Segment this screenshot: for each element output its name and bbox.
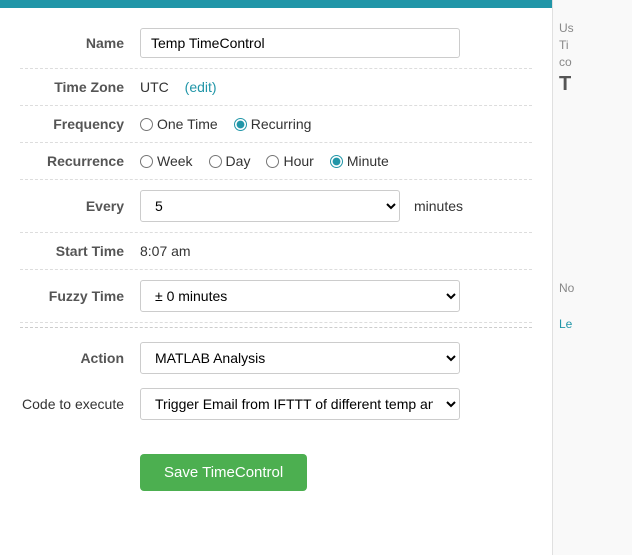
timezone-value: UTC <box>140 79 169 95</box>
fuzzy-time-row: Fuzzy Time ± 0 minutes ± 1 minutes ± 2 m… <box>20 270 532 323</box>
start-time-value: 8:07 am <box>140 243 191 259</box>
recurrence-hour-label: Hour <box>283 153 313 169</box>
action-field-content: MATLAB Analysis Python Script Shell Comm… <box>140 342 532 374</box>
main-container: Name Time Zone UTC (edit) Frequency <box>0 0 632 555</box>
code-select[interactable]: Trigger Email from IFTTT of different te… <box>140 388 460 420</box>
recurrence-row: Recurrence Week Day Hour <box>20 143 532 180</box>
recurrence-hour[interactable]: Hour <box>266 153 313 169</box>
side-no-label: No <box>559 281 574 295</box>
side-panel: UsTico T No Le <box>552 0 632 555</box>
recurrence-label: Recurrence <box>20 153 140 169</box>
side-text: UsTico <box>559 21 574 69</box>
start-time-row: Start Time 8:07 am <box>20 233 532 270</box>
name-input[interactable] <box>140 28 460 58</box>
fuzzy-time-label: Fuzzy Time <box>20 288 140 304</box>
timezone-label: Time Zone <box>20 79 140 95</box>
frequency-row: Frequency One Time Recurring <box>20 106 532 143</box>
code-row: Code to execute Trigger Email from IFTTT… <box>20 384 532 430</box>
recurrence-minute-radio[interactable] <box>330 155 343 168</box>
form-section: Name Time Zone UTC (edit) Frequency <box>0 8 552 501</box>
every-label: Every <box>20 198 140 214</box>
side-T-label: T <box>559 73 571 95</box>
recurrence-week-label: Week <box>157 153 193 169</box>
side-panel-content: UsTico T No Le <box>559 20 626 331</box>
save-button[interactable]: Save TimeControl <box>140 454 307 491</box>
recurrence-minute-label: Minute <box>347 153 389 169</box>
frequency-options: One Time Recurring <box>140 116 532 132</box>
recurrence-options: Week Day Hour Minute <box>140 153 532 169</box>
action-row: Action MATLAB Analysis Python Script She… <box>20 332 532 384</box>
recurrence-week[interactable]: Week <box>140 153 193 169</box>
every-select[interactable]: 1 2 3 4 5 10 15 20 30 <box>140 190 400 222</box>
frequency-one-time[interactable]: One Time <box>140 116 218 132</box>
timezone-row: Time Zone UTC (edit) <box>20 69 532 106</box>
side-le-link[interactable]: Le <box>559 317 626 331</box>
save-row: Save TimeControl <box>20 444 532 491</box>
fuzzy-time-field-content: ± 0 minutes ± 1 minutes ± 2 minutes ± 5 … <box>140 280 532 312</box>
recurrence-day-radio[interactable] <box>209 155 222 168</box>
frequency-recurring[interactable]: Recurring <box>234 116 312 132</box>
every-row: Every 1 2 3 4 5 10 15 20 30 minutes <box>20 180 532 233</box>
recurrence-minute[interactable]: Minute <box>330 153 389 169</box>
action-label: Action <box>20 350 140 366</box>
name-label: Name <box>20 35 140 51</box>
frequency-one-time-label: One Time <box>157 116 218 132</box>
recurrence-day[interactable]: Day <box>209 153 251 169</box>
frequency-recurring-radio[interactable] <box>234 118 247 131</box>
timezone-edit-link[interactable]: (edit) <box>185 79 217 95</box>
code-field-content: Trigger Email from IFTTT of different te… <box>140 388 532 420</box>
frequency-one-time-radio[interactable] <box>140 118 153 131</box>
start-time-label: Start Time <box>20 243 140 259</box>
recurrence-day-label: Day <box>226 153 251 169</box>
frequency-recurring-label: Recurring <box>251 116 312 132</box>
every-unit-label: minutes <box>414 198 463 214</box>
fuzzy-time-select[interactable]: ± 0 minutes ± 1 minutes ± 2 minutes ± 5 … <box>140 280 460 312</box>
code-label: Code to execute <box>20 388 140 412</box>
recurrence-hour-radio[interactable] <box>266 155 279 168</box>
name-field-content <box>140 28 532 58</box>
start-time-field-content: 8:07 am <box>140 243 532 259</box>
form-panel: Name Time Zone UTC (edit) Frequency <box>0 0 552 555</box>
name-row: Name <box>20 18 532 69</box>
frequency-label: Frequency <box>20 116 140 132</box>
action-select[interactable]: MATLAB Analysis Python Script Shell Comm… <box>140 342 460 374</box>
top-bar <box>0 0 552 8</box>
section-divider <box>20 327 532 328</box>
recurrence-week-radio[interactable] <box>140 155 153 168</box>
timezone-field-content: UTC (edit) <box>140 79 532 95</box>
every-field-content: 1 2 3 4 5 10 15 20 30 minutes <box>140 190 532 222</box>
